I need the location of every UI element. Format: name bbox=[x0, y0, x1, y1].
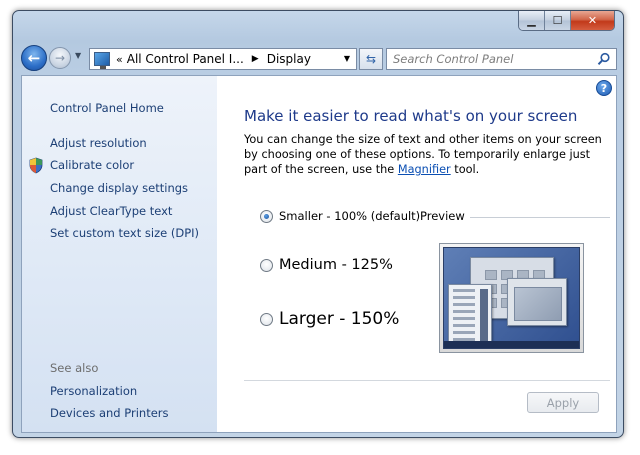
chevron-down-icon: ▼ bbox=[75, 51, 82, 60]
search-icon[interactable] bbox=[597, 52, 611, 66]
change-display-settings-link[interactable]: Change display settings bbox=[50, 181, 188, 195]
page-description: You can change the size of text and othe… bbox=[244, 132, 606, 177]
option-smaller[interactable]: Smaller - 100% (default) bbox=[260, 209, 420, 223]
content-area: Control Panel Home Adjust resolution Cal… bbox=[21, 75, 617, 433]
search-box[interactable] bbox=[386, 48, 617, 70]
see-also-label: See also bbox=[50, 361, 99, 375]
preview-label: Preview bbox=[420, 209, 465, 223]
preview-window-list bbox=[448, 284, 492, 348]
breadcrumb-display[interactable]: Display bbox=[267, 52, 311, 66]
back-button[interactable]: ← bbox=[21, 45, 47, 71]
option-smaller-label: Smaller - 100% (default) bbox=[279, 209, 421, 223]
minimize-icon: ▁ bbox=[527, 14, 536, 27]
search-input[interactable] bbox=[393, 52, 593, 66]
apply-button[interactable]: Apply bbox=[527, 392, 599, 413]
calibrate-color-link[interactable]: Calibrate color bbox=[50, 158, 134, 172]
refresh-icon: ⇆ bbox=[365, 52, 377, 66]
preview-window-front bbox=[507, 278, 567, 326]
forward-button[interactable]: → bbox=[49, 47, 71, 69]
recent-pages-dropdown[interactable]: ▼ bbox=[75, 51, 81, 60]
page-title: Make it easier to read what's on your sc… bbox=[244, 107, 578, 125]
preview-taskbar bbox=[444, 341, 579, 348]
help-icon[interactable]: ? bbox=[596, 80, 612, 96]
control-panel-icon bbox=[94, 52, 110, 69]
personalization-link[interactable]: Personalization bbox=[50, 384, 137, 398]
radio-smaller[interactable] bbox=[260, 209, 273, 223]
maximize-button[interactable]: ☐ bbox=[545, 11, 571, 30]
close-icon: ✕ bbox=[587, 14, 598, 27]
arrow-right-icon: → bbox=[54, 51, 66, 65]
magnifier-link[interactable]: Magnifier bbox=[398, 163, 451, 176]
refresh-button[interactable]: ⇆ bbox=[359, 48, 383, 70]
preview-screen bbox=[443, 247, 580, 349]
breadcrumb-all-control-panel[interactable]: All Control Panel I... bbox=[127, 52, 244, 66]
preview-divider bbox=[470, 217, 610, 218]
option-larger-label: Larger - 150% bbox=[279, 309, 400, 329]
option-medium[interactable]: Medium - 125% bbox=[260, 257, 393, 273]
devices-and-printers-link[interactable]: Devices and Printers bbox=[50, 406, 169, 420]
display-window: ▁ ☐ ✕ ← → ▼ « All Control Panel I... ▶ D… bbox=[12, 10, 624, 438]
custom-text-size-link[interactable]: Set custom text size (DPI) bbox=[50, 226, 199, 240]
shield-icon bbox=[29, 157, 43, 174]
maximize-icon: ☐ bbox=[552, 14, 563, 27]
address-dropdown-icon[interactable]: ▼ bbox=[344, 54, 350, 63]
preview-image bbox=[439, 243, 584, 353]
adjust-cleartype-link[interactable]: Adjust ClearType text bbox=[50, 204, 172, 218]
address-overflow[interactable]: « bbox=[116, 53, 123, 66]
radio-larger[interactable] bbox=[260, 312, 273, 326]
task-pane: Control Panel Home Adjust resolution Cal… bbox=[22, 76, 217, 432]
description-text-end: tool. bbox=[450, 163, 480, 176]
option-medium-label: Medium - 125% bbox=[279, 257, 393, 273]
arrow-left-icon: ← bbox=[27, 49, 41, 67]
navigation-bar: ← → ▼ « All Control Panel I... ▶ Display… bbox=[21, 45, 617, 71]
breadcrumb-separator-icon[interactable]: ▶ bbox=[252, 54, 259, 64]
caption-buttons: ▁ ☐ ✕ bbox=[518, 11, 615, 31]
radio-medium[interactable] bbox=[260, 258, 273, 272]
address-bar[interactable]: « All Control Panel I... ▶ Display ▼ bbox=[89, 48, 357, 70]
bottom-divider bbox=[244, 380, 610, 381]
close-button[interactable]: ✕ bbox=[571, 11, 614, 30]
control-panel-home-link[interactable]: Control Panel Home bbox=[50, 101, 164, 115]
adjust-resolution-link[interactable]: Adjust resolution bbox=[50, 136, 147, 150]
minimize-button[interactable]: ▁ bbox=[519, 11, 545, 30]
option-larger[interactable]: Larger - 150% bbox=[260, 309, 399, 329]
